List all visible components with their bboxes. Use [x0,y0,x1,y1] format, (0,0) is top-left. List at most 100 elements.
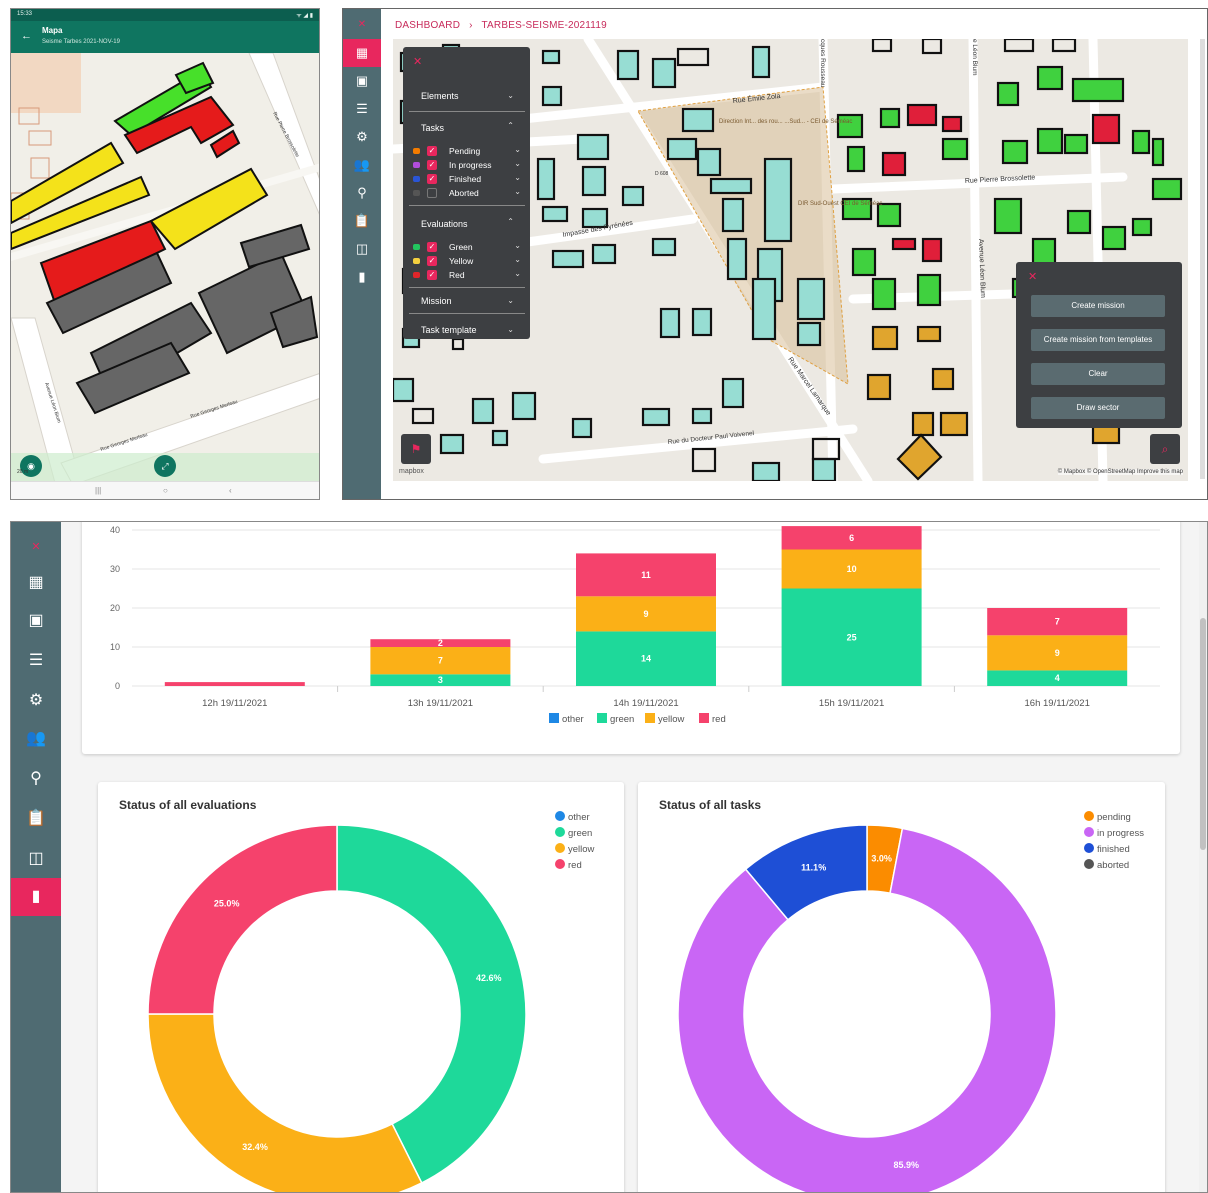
checkbox[interactable]: ✓ [427,174,437,184]
close-icon[interactable]: ✕ [1028,270,1037,283]
bar-chart-icon[interactable]: ▮ [343,263,381,291]
divider [409,111,525,112]
bar-data-label: 7 [1055,617,1060,627]
bar-data-label: 6 [849,533,854,543]
task-filter-aborted[interactable]: Aborted ⌄ [413,187,521,199]
list-icon[interactable]: ☰ [343,95,381,123]
checkbox[interactable]: ✓ [427,146,437,156]
chevron-down-icon[interactable]: ⌄ [514,173,521,182]
clear-button[interactable]: Clear [1031,363,1165,385]
close-icon[interactable]: ✕ [343,11,381,39]
chevron-down-icon[interactable]: ⌄ [514,269,521,278]
chevron-down-icon[interactable]: ⌄ [514,187,521,196]
evaluation-filter-green[interactable]: ✓ Green ⌄ [413,241,521,253]
checkbox[interactable]: ✓ [427,256,437,266]
clipboard-icon[interactable]: 📋 [343,207,381,235]
donut-value-label: 3.0% [871,854,892,864]
bar-data-label: 4 [1055,673,1060,683]
bar-data-label: 11 [641,570,651,580]
dashboard-icon[interactable]: ▦ [343,39,381,67]
chevron-down-icon[interactable]: ⌄ [514,159,521,168]
close-icon[interactable]: ✕ [413,55,422,68]
location-pin-icon[interactable]: ⚲ [343,179,381,207]
x-tick-label: 12h 19/11/2021 [202,698,267,709]
people-icon[interactable]: 👥 [343,151,381,179]
legend-label-in-progress: in progress [1097,828,1144,839]
expand-icon[interactable]: ⤢ [154,455,176,477]
chevron-up-icon[interactable]: ⌃ [507,121,514,130]
nav-rail: ✕ ▦ ▣ ☰ ⚙ 👥 ⚲ 📋 ◫ ▮ [343,9,381,499]
legend-label-yellow: yellow [658,714,685,725]
gear-icon[interactable]: ⚙ [11,682,61,720]
mobile-map[interactable]: Rue Georges Merleau Rue Georges Merleau … [11,53,320,483]
back-button[interactable]: ‹ [229,486,232,495]
calendar-icon[interactable]: ▣ [343,67,381,95]
task-filter-finished[interactable]: ✓ Finished ⌄ [413,173,521,185]
close-icon[interactable]: ✕ [11,528,61,566]
checkbox[interactable]: ✓ [427,270,437,280]
chevron-down-icon[interactable]: ⌄ [514,255,521,264]
checkbox[interactable]: ✓ [427,160,437,170]
task-template-section[interactable]: Task template [421,325,477,335]
evaluation-label: Green [449,242,473,252]
breadcrumb-dashboard[interactable]: DASHBOARD [395,20,460,31]
map-label-direction: Direction Int... des rou... ...Sud... - … [719,119,852,125]
legend-label-other: other [568,812,590,823]
chevron-down-icon[interactable]: ⌄ [507,91,514,100]
elements-section[interactable]: Elements [421,91,459,101]
bar-chart-icon[interactable]: ▮ [11,878,61,916]
mission-section[interactable]: Mission [421,296,452,306]
app-subtitle: Seisme Tarbes 2021-NOV-19 [42,39,120,45]
dashboard-icon[interactable]: ▦ [11,564,61,602]
gear-icon[interactable]: ⚙ [343,123,381,151]
divider [409,313,525,314]
people-icon[interactable]: 👥 [11,720,61,758]
bar-segment-red [164,682,305,686]
calendar-icon[interactable]: ▣ [11,602,61,640]
recents-button[interactable]: ||| [95,486,101,495]
arrow-back-icon[interactable]: ← [21,30,32,42]
breadcrumb: DASHBOARD › TARBES-SEISME-2021119 [395,20,613,31]
evaluation-filter-yellow[interactable]: ✓ Yellow ⌄ [413,255,521,267]
draw-sector-button[interactable]: Draw sector [1031,397,1165,419]
search-icon[interactable]: ⌕ [1150,434,1180,464]
evaluation-filter-red[interactable]: ✓ Red ⌄ [413,269,521,281]
chevron-down-icon[interactable]: ⌄ [507,325,514,334]
task-filter-in-progress[interactable]: ✓ In progress ⌄ [413,159,521,171]
checkbox[interactable]: ✓ [427,242,437,252]
task-filter-pending[interactable]: ✓ Pending ⌄ [413,145,521,157]
scrollbar[interactable] [1199,522,1207,1192]
task-label: Pending [449,146,481,156]
location-pin-icon[interactable]: ⚲ [11,760,61,798]
legend-swatch-pending [1084,811,1094,821]
legend-swatch-in-progress [1084,827,1094,837]
compare-icon[interactable]: ◫ [11,840,61,878]
compare-icon[interactable]: ◫ [343,235,381,263]
scrollbar[interactable] [1200,39,1205,479]
tasks-title: Status of all tasks [659,798,762,812]
chevron-down-icon[interactable]: ⌄ [514,241,521,250]
legend-label-finished: finished [1097,844,1130,855]
bar-data-label: 2 [438,638,443,648]
scrollbar-thumb[interactable] [1200,618,1206,850]
chevron-down-icon[interactable]: ⌄ [514,145,521,154]
x-tick-label: 13h 19/11/2021 [408,698,473,709]
chevron-up-icon[interactable]: ⌃ [507,217,514,226]
donut-value-label: 42.6% [476,973,502,983]
map-label-dir-sud-ouest: DIR Sud-Ouest CEI de Séméac [798,201,882,207]
tasks-section[interactable]: Tasks [421,123,444,133]
create-mission-from-templates-button[interactable]: Create mission from templates [1031,329,1165,351]
list-icon[interactable]: ☰ [11,642,61,680]
x-tick-label: 15h 19/11/2021 [819,698,884,709]
create-mission-button[interactable]: Create mission [1031,295,1165,317]
divider [409,205,525,206]
map-attribution[interactable]: © Mapbox © OpenStreetMap Improve this ma… [1057,469,1183,475]
paint-roller-icon[interactable]: ⚑ [401,434,431,464]
app-bar: ← Mapa Seisme Tarbes 2021-NOV-19 [11,21,319,53]
evaluations-section[interactable]: Evaluations [421,219,468,229]
mapbox-logo: mapbox [399,468,424,475]
home-button[interactable]: ○ [163,486,168,495]
chevron-down-icon[interactable]: ⌄ [507,296,514,305]
clipboard-icon[interactable]: 📋 [11,800,61,838]
checkbox[interactable] [427,188,437,198]
